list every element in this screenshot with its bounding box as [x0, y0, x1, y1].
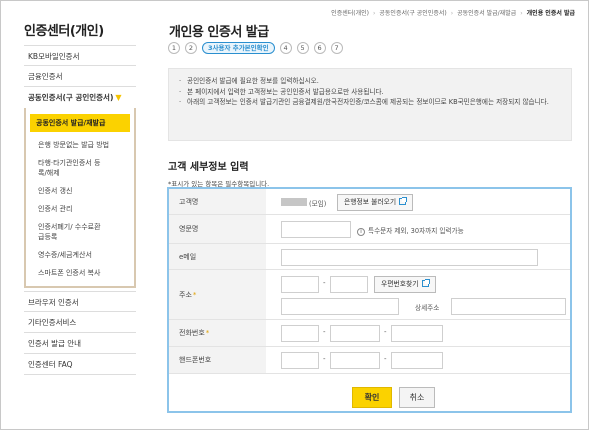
sidebar-item-joint-cert-label: 공동인증서(구 공인인증서) [28, 93, 114, 102]
cancel-button[interactable]: 취소 [399, 387, 435, 408]
phone-label-text: 전화번호 [179, 329, 205, 337]
submenu-no-visit-issue[interactable]: 은행 방문없는 발급 방법 [30, 136, 130, 154]
row-mobile: 핸드폰번호 - - [169, 347, 570, 374]
address-label: 주소 * [169, 270, 266, 319]
sidebar-item-kb-mobile[interactable]: KB모바일인증서 [24, 45, 136, 66]
mobile-2-input[interactable] [330, 352, 380, 369]
step-7: 7 [330, 42, 343, 54]
detail-address-label: 상세주소 [415, 304, 440, 312]
name-label: 고객명 [169, 189, 266, 214]
sidebar-item-issue-guide[interactable]: 인증서 발급 안내 [24, 333, 136, 354]
submenu-cert-revoke[interactable]: 인증서폐기/ 수수료환급등록 [30, 218, 112, 246]
submenu-smartphone-copy[interactable]: 스마트폰 인증서 복사 [30, 264, 130, 282]
submenu-cert-renew[interactable]: 인증서 갱신 [30, 182, 130, 200]
step-1: 1 [168, 42, 180, 54]
breadcrumb-item[interactable]: 인증센터(개인) [331, 10, 369, 17]
sidebar-item-browser-cert[interactable]: 브라우저 인증서 [24, 291, 136, 312]
breadcrumb-current: 개인용 인증서 발급 [526, 10, 575, 17]
sidebar-title: 인증센터(개인) [24, 24, 104, 39]
step-2: 2 [185, 42, 197, 54]
zip-code-1-input[interactable] [281, 276, 319, 293]
mobile-label: 핸드폰번호 [169, 347, 266, 373]
english-hint: i 특수문자 제외, 30자까지 입력가능 [357, 225, 464, 236]
address-label-text: 주소 [179, 290, 192, 299]
confirm-button[interactable]: 확인 [352, 387, 392, 408]
sidebar-item-faq[interactable]: 인증센터 FAQ [24, 354, 136, 375]
sidebar-item-other-service[interactable]: 기타인증서비스 [24, 312, 136, 333]
mobile-3-input[interactable] [391, 352, 443, 369]
dash: - [323, 328, 326, 336]
english-name-label: 영문명 [169, 215, 266, 243]
dash: - [384, 355, 387, 363]
row-address: 주소 * - 우편번호찾기 상세주소 [169, 270, 570, 320]
external-link-icon [421, 279, 430, 287]
masked-name [281, 198, 307, 206]
mobile-1-input[interactable] [281, 352, 319, 369]
submenu-cert-manage[interactable]: 인증서 관리 [30, 200, 130, 218]
name-mask-text: (모임) [309, 200, 327, 208]
breadcrumb: 인증센터(개인) › 공동인증서(구 공인인증서) › 공동인증서 발급/재발급 › 개인용… [331, 10, 575, 17]
step-5: 5 [296, 42, 309, 54]
submenu-other-cert-register[interactable]: 타행·타기관인증서 등록/해제 [30, 154, 110, 182]
sidebar-item-financial-cert[interactable]: 금융인증서 [24, 66, 136, 87]
dash: - [384, 328, 387, 336]
submenu-issue-reissue[interactable]: 공동인증서 발급/재발급 [30, 114, 130, 132]
customer-detail-form: 고객명 (모임) 은행정보 불러오기 영문명 i 특수문자 제외, 30자까지 입… [167, 187, 572, 413]
phone-1-input[interactable] [281, 325, 319, 342]
notice-line: 아래의 고객정보는 인증서 발급기관인 금융결제원/한국전자인증/코스콤에 제공… [179, 97, 561, 108]
sidebar-item-joint-cert[interactable]: 공동인증서(구 공인인증서) ▼ [24, 87, 136, 108]
dash: - [323, 355, 326, 363]
page-title: 개인용 인증서 발급 [169, 25, 269, 40]
sidebar-submenu: 공동인증서 발급/재발급 은행 방문없는 발급 방법 타행·타기관인증서 등록/… [24, 108, 136, 288]
row-email: e메일 [169, 244, 570, 270]
zip-code-2-input[interactable] [330, 276, 368, 293]
address-input[interactable] [281, 298, 399, 315]
breadcrumb-item[interactable]: 공동인증서(구 공인인증서) [379, 10, 446, 17]
step-3-current: 3사용자 추가본인확인 [202, 42, 275, 54]
load-bank-info-label: 은행정보 불러오기 [344, 198, 397, 206]
detail-address-input[interactable] [451, 298, 566, 315]
required-star: * [205, 329, 210, 337]
info-icon: i [357, 228, 365, 236]
dash: - [323, 279, 326, 287]
zip-search-button[interactable]: 우편번호찾기 [374, 276, 436, 293]
email-input[interactable] [281, 249, 538, 266]
notice-box: 공인인증서 발급에 필요한 정보를 입력하십시오. 본 페이지에서 입력한 고객… [168, 68, 572, 141]
row-phone: 전화번호 * - - [169, 320, 570, 347]
load-bank-info-button[interactable]: 은행정보 불러오기 [337, 194, 414, 211]
sidebar: KB모바일인증서 금융인증서 공동인증서(구 공인인증서) ▼ 공동인증서 발급/… [24, 45, 136, 375]
notice-line: 공인인증서 발급에 필요한 정보를 입력하십시오. [179, 76, 561, 87]
english-hint-text: 특수문자 제외, 30자까지 입력가능 [368, 227, 464, 235]
phone-label: 전화번호 * [169, 320, 266, 346]
phone-2-input[interactable] [330, 325, 380, 342]
zip-search-label: 우편번호찾기 [381, 280, 419, 288]
phone-3-input[interactable] [391, 325, 443, 342]
external-link-icon [399, 197, 408, 205]
chevron-down-icon: ▼ [115, 93, 122, 102]
step-6: 6 [313, 42, 326, 54]
row-english-name: 영문명 i 특수문자 제외, 30자까지 입력가능 [169, 215, 570, 244]
notice-line: 본 페이지에서 입력한 고객정보는 공인인증서 발급용으로만 사용됩니다. [179, 87, 561, 98]
step-indicator: 1 2 3사용자 추가본인확인 4 5 6 7 [168, 42, 348, 54]
breadcrumb-item[interactable]: 공동인증서 발급/재발급 [457, 10, 516, 17]
required-star: * [192, 290, 197, 299]
submenu-receipt[interactable]: 영수증/세금계산서 [30, 246, 130, 264]
step-4: 4 [279, 42, 292, 54]
english-name-input[interactable] [281, 221, 351, 238]
row-name: 고객명 (모임) 은행정보 불러오기 [169, 189, 570, 215]
section-title: 고객 세부정보 입력 [168, 162, 249, 173]
email-label: e메일 [169, 244, 266, 269]
